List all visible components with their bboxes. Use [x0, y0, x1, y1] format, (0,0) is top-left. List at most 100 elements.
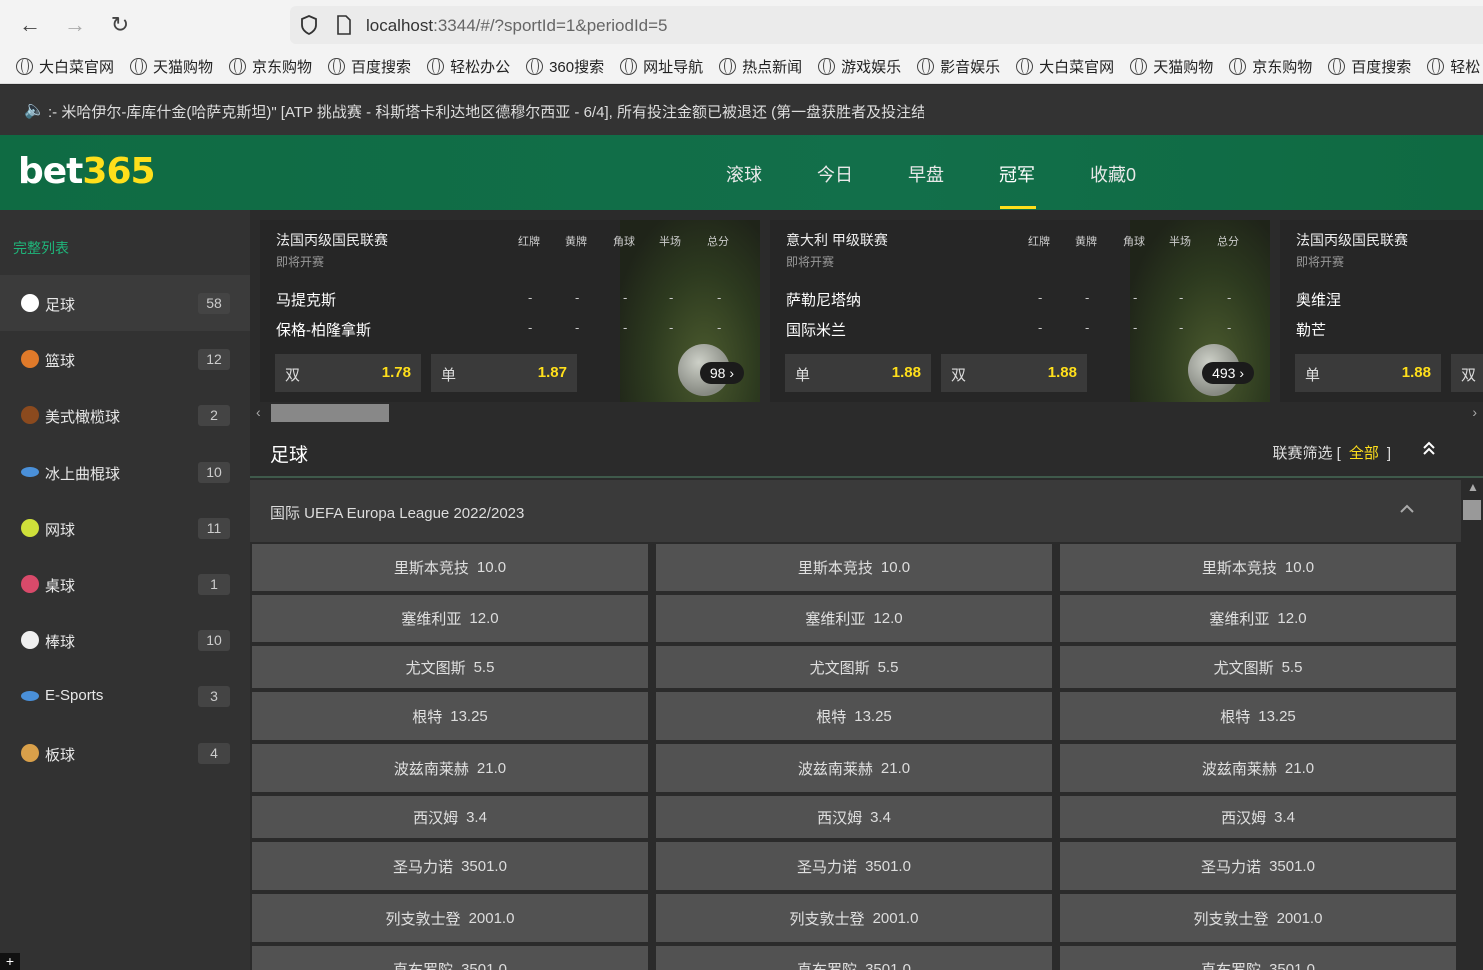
esports-icon: [21, 691, 39, 702]
sidebar-item-sport[interactable]: 美式橄榄球 2: [0, 387, 250, 443]
bookmark-item[interactable]: 天猫购物: [1130, 52, 1213, 83]
odds-button[interactable]: 单 1.88: [1295, 354, 1441, 392]
featured-match-card[interactable]: 法国丙级国民联赛 即将开赛 红牌 - - 黄牌 - - 角球 - - 半场 - - 总分 - - 马提克斯 保格-柏…: [260, 220, 760, 402]
bookmark-item[interactable]: 360搜索: [526, 52, 604, 83]
outright-odds-cell[interactable]: 塞维利亚 12.0: [656, 595, 1052, 642]
bookmark-item[interactable]: 热点新闻: [719, 52, 802, 83]
scroll-up-icon[interactable]: ▲: [1467, 480, 1479, 494]
outright-odds-cell[interactable]: 塞维利亚 12.0: [252, 595, 648, 642]
outright-odds-cell[interactable]: 里斯本竞技 10.0: [656, 544, 1052, 591]
bookmark-item[interactable]: 百度搜索: [1328, 52, 1411, 83]
team-name: 根特: [1220, 708, 1251, 726]
outright-odds-cell[interactable]: 尤文图斯 5.5: [252, 646, 648, 688]
vertical-scrollbar-thumb[interactable]: [1463, 500, 1481, 520]
double-chevron-up-icon[interactable]: [1421, 440, 1437, 461]
odds-button[interactable]: 双 1.88: [941, 354, 1087, 392]
forward-arrow-icon[interactable]: →: [62, 12, 88, 38]
bookmark-item[interactable]: 百度搜索: [328, 52, 411, 83]
outright-odds-cell[interactable]: 根特 13.25: [1060, 692, 1456, 740]
outright-odds-cell[interactable]: 根特 13.25: [656, 692, 1052, 740]
plus-icon[interactable]: +: [0, 953, 20, 970]
outright-odds-cell[interactable]: 里斯本竞技 10.0: [1060, 544, 1456, 591]
shield-icon[interactable]: [300, 15, 318, 35]
address-bar[interactable]: localhost:3344/#/?sportId=1&periodId=5: [290, 6, 1483, 44]
sidebar-item-sport[interactable]: 板球 4: [0, 725, 250, 781]
bookmark-item[interactable]: 京东购物: [229, 52, 312, 83]
odds-button[interactable]: 双: [1451, 354, 1483, 392]
reload-icon[interactable]: ↻: [107, 12, 133, 38]
odds-price: 2001.0: [468, 909, 515, 927]
outright-odds-cell[interactable]: 波兹南莱赫 21.0: [656, 744, 1052, 792]
sidebar-item-sport[interactable]: 冰上曲棍球 10: [0, 444, 250, 500]
bookmark-item[interactable]: 网址导航: [620, 52, 703, 83]
sidebar-item-sport[interactable]: 桌球 1: [0, 556, 250, 612]
tab-early[interactable]: 早盘: [908, 161, 944, 187]
scroll-left-icon[interactable]: ‹: [256, 404, 261, 420]
filter-label: 联赛筛选 [: [1272, 445, 1341, 462]
team-name: 尤文图斯: [1213, 659, 1274, 677]
odds-price: 5.5: [1281, 658, 1303, 676]
league-header[interactable]: 国际 UEFA Europa League 2022/2023: [250, 480, 1461, 542]
section-title: 足球: [270, 445, 309, 466]
tab-today[interactable]: 今日: [817, 161, 853, 187]
outright-odds-cell[interactable]: 圣马力诺 3501.0: [252, 842, 648, 890]
vertical-scrollbar[interactable]: ▲: [1461, 478, 1483, 970]
odds-button[interactable]: 单 1.87: [431, 354, 577, 392]
more-markets-button[interactable]: 98 ›: [699, 362, 744, 384]
filter-all-link[interactable]: 全部: [1349, 445, 1379, 462]
bookmark-label: 轻松: [1450, 59, 1481, 76]
tab-outrights[interactable]: 冠军: [999, 161, 1035, 187]
sidebar-item-sport[interactable]: E-Sports 3: [0, 668, 250, 724]
outright-odds-cell[interactable]: 列支敦士登 2001.0: [252, 894, 648, 942]
url-text[interactable]: localhost:3344/#/?sportId=1&periodId=5: [366, 16, 668, 36]
outright-odds-cell[interactable]: 圣马力诺 3501.0: [656, 842, 1052, 890]
scrollbar-thumb[interactable]: [271, 404, 389, 422]
odds-price: 10.0: [1284, 559, 1315, 576]
scroll-right-icon[interactable]: ›: [1472, 404, 1477, 420]
url-host: localhost: [366, 16, 434, 35]
bookmark-item[interactable]: 轻松: [1427, 52, 1481, 83]
outright-odds-cell[interactable]: 塞维利亚 12.0: [1060, 595, 1456, 642]
outright-odds-cell[interactable]: 里斯本竞技 10.0: [252, 544, 648, 591]
outright-odds-cell[interactable]: 直布罗陀 3501.0: [252, 946, 648, 970]
odds-price: 3501.0: [461, 961, 507, 970]
site-header: bet365 滚球 今日 早盘 冠军 收藏0: [0, 135, 1483, 210]
outright-odds-cell[interactable]: 圣马力诺 3501.0: [1060, 842, 1456, 890]
odds-button[interactable]: 单 1.88: [785, 354, 931, 392]
bookmark-item[interactable]: 游戏娱乐: [818, 52, 901, 83]
outright-odds-cell[interactable]: 直布罗陀 3501.0: [656, 946, 1052, 970]
outright-odds-cell[interactable]: 西汉姆 3.4: [1060, 796, 1456, 838]
sidebar-item-sport[interactable]: 网球 11: [0, 500, 250, 556]
outright-odds-cell[interactable]: 尤文图斯 5.5: [656, 646, 1052, 688]
full-list-link[interactable]: 完整列表: [13, 238, 69, 258]
team-name: 直布罗陀: [1201, 959, 1261, 970]
bookmark-item[interactable]: 天猫购物: [130, 52, 213, 83]
tab-favorites[interactable]: 收藏0: [1090, 161, 1136, 187]
featured-match-card[interactable]: 法国丙级国民联赛 即将开赛 奥维涅 勒芒单 1.88 双: [1280, 220, 1483, 402]
outright-odds-cell[interactable]: 根特 13.25: [252, 692, 648, 740]
basketball-icon: [21, 350, 39, 369]
bookmark-item[interactable]: 京东购物: [1229, 52, 1312, 83]
bookmark-item[interactable]: 大白菜官网: [1016, 52, 1114, 83]
sidebar-item-sport[interactable]: 篮球 12: [0, 331, 250, 387]
outright-odds-cell[interactable]: 列支敦士登 2001.0: [656, 894, 1052, 942]
outright-odds-cell[interactable]: 西汉姆 3.4: [252, 796, 648, 838]
sidebar-item-sport[interactable]: 棒球 10: [0, 612, 250, 668]
chevron-up-icon[interactable]: [1399, 498, 1415, 519]
sidebar-item-sport[interactable]: 足球 58: [0, 275, 250, 331]
outright-odds-cell[interactable]: 波兹南莱赫 21.0: [252, 744, 648, 792]
outright-odds-cell[interactable]: 波兹南莱赫 21.0: [1060, 744, 1456, 792]
bookmark-item[interactable]: 轻松办公: [427, 52, 510, 83]
back-arrow-icon[interactable]: ←: [17, 12, 43, 38]
more-markets-button[interactable]: 493 ›: [1202, 362, 1254, 384]
carousel-scrollbar[interactable]: ‹ ›: [250, 402, 1483, 422]
outright-odds-cell[interactable]: 西汉姆 3.4: [656, 796, 1052, 838]
outright-odds-cell[interactable]: 直布罗陀 3501.0: [1060, 946, 1456, 970]
outright-odds-cell[interactable]: 尤文图斯 5.5: [1060, 646, 1456, 688]
featured-match-card[interactable]: 意大利 甲级联赛 即将开赛 红牌 - - 黄牌 - - 角球 - - 半场 - - 总分 - - 萨勒尼塔纳 国际米…: [770, 220, 1270, 402]
bookmark-item[interactable]: 大白菜官网: [16, 52, 114, 83]
tab-live[interactable]: 滚球: [726, 161, 762, 187]
bookmark-item[interactable]: 影音娱乐: [917, 52, 1000, 83]
odds-button[interactable]: 双 1.78: [275, 354, 421, 392]
outright-odds-cell[interactable]: 列支敦士登 2001.0: [1060, 894, 1456, 942]
